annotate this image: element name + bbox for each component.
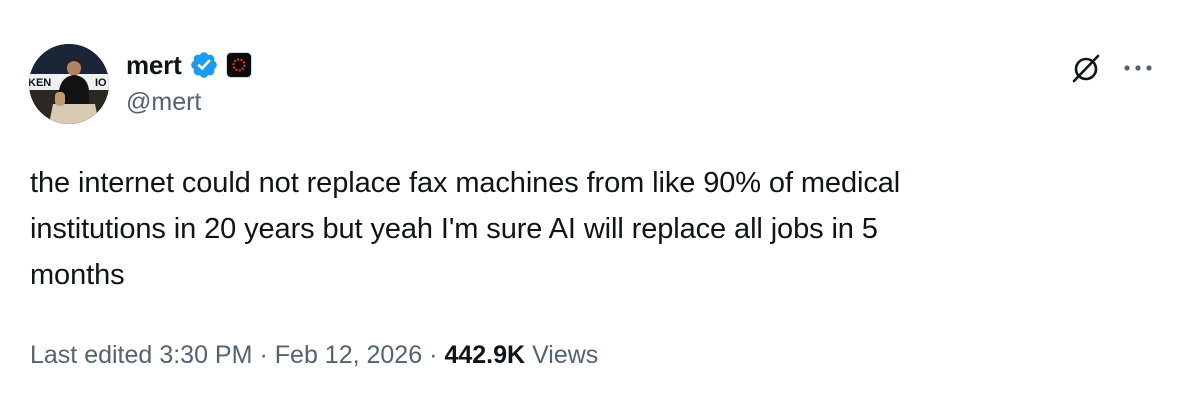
tweet-card: KEN IO mert @mert the internet could not…	[0, 0, 1192, 408]
views-label: Views	[532, 340, 599, 369]
author-handle[interactable]: @mert	[126, 88, 201, 117]
avatar-banner-text-right: IO	[95, 77, 107, 89]
verified-badge-icon[interactable]	[189, 50, 219, 80]
tweet-time[interactable]: 3:30 PM	[159, 341, 252, 370]
tweet-text: the internet could not replace fax machi…	[30, 167, 901, 291]
meta-separator: ·	[429, 340, 438, 369]
grok-icon[interactable]	[1066, 48, 1106, 88]
affiliate-badge-icon[interactable]	[225, 52, 252, 78]
avatar[interactable]: KEN IO	[29, 44, 109, 124]
more-options-icon[interactable]	[1118, 48, 1158, 88]
last-edited-label[interactable]: Last edited	[30, 341, 152, 370]
author-name-row: mert	[126, 48, 252, 82]
tweet-meta: Last edited 3:30 PM · Feb 12, 2026 · 442…	[30, 336, 598, 374]
meta-separator: ·	[259, 340, 268, 369]
avatar-banner-text-left: KEN	[29, 77, 51, 89]
views-count[interactable]: 442.9K	[444, 341, 525, 370]
author-display-name[interactable]: mert	[126, 50, 182, 81]
tweet-date[interactable]: Feb 12, 2026	[275, 341, 422, 370]
avatar-image: KEN IO	[29, 44, 109, 124]
